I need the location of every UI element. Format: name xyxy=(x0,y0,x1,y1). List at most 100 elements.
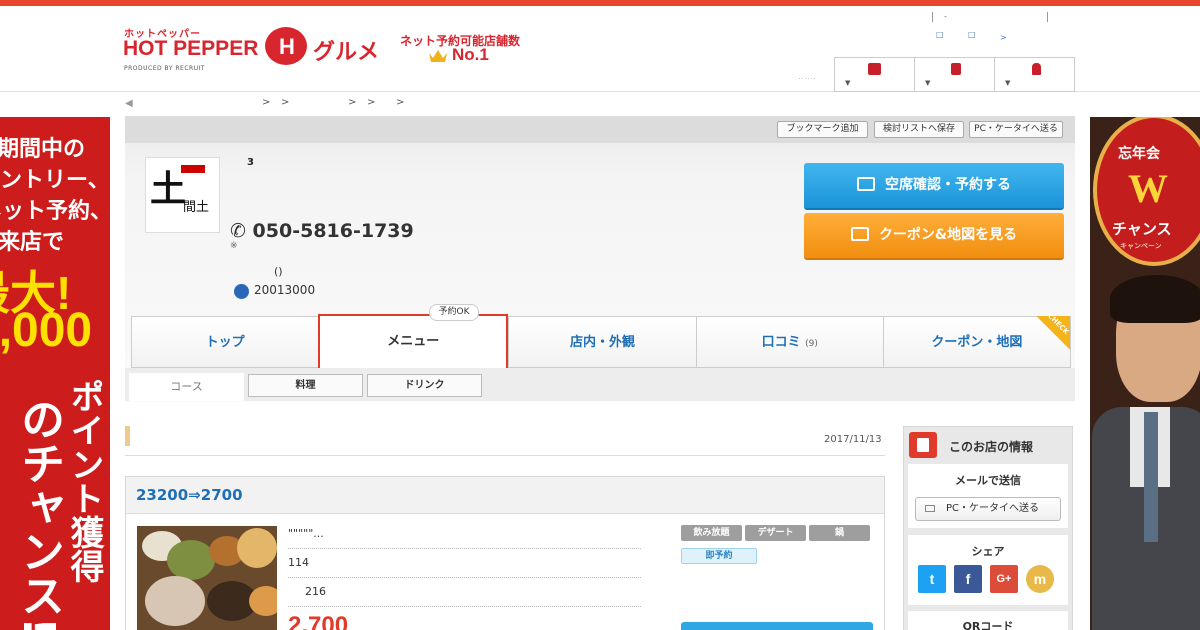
logo-h-letter: H xyxy=(279,34,295,59)
share-title: シェア xyxy=(971,545,1005,558)
tab-reviews[interactable]: 口コミ (9) xyxy=(695,316,883,368)
send-to-pc-phone-button[interactable]: PC・ケータイへ送る xyxy=(915,497,1061,521)
logo-gourmet[interactable]: グルメ xyxy=(313,34,379,66)
facebook-icon[interactable]: f xyxy=(954,565,982,593)
banner-text: エントリー、 xyxy=(0,168,110,193)
subtab-food[interactable]: 料理 xyxy=(248,374,363,397)
tab-label: クーポン・地図 xyxy=(931,335,1023,350)
tab-interior[interactable]: 店内・外観 xyxy=(508,316,696,368)
user-icon xyxy=(1032,63,1041,75)
shop-note: ※ xyxy=(230,241,238,251)
breadcrumb-separator: > xyxy=(367,97,376,108)
chevron-down-icon: ▼ xyxy=(845,79,851,87)
save-to-list-button[interactable]: 検討リストへ保存 xyxy=(874,121,964,138)
breadcrumb-separator: > xyxy=(281,97,290,108)
course-detail: 114 xyxy=(288,556,309,569)
tab-label: 口コミ xyxy=(761,335,801,350)
breadcrumb-separator: > xyxy=(262,97,271,108)
course-reserve-button[interactable] xyxy=(681,622,873,630)
shop-paren: () xyxy=(274,265,283,278)
course-title[interactable]: 23200⇒2700 xyxy=(136,486,243,504)
tag-dessert: デザート xyxy=(745,525,806,541)
header-menu-shop-icon[interactable]: ▼ xyxy=(835,58,915,91)
shop-phone: ✆ 050-5816-1739 xyxy=(230,220,414,242)
dotted-divider xyxy=(288,606,641,607)
banner-text: ネット予約、 xyxy=(0,199,110,224)
shop-phone-number: 050-5816-1739 xyxy=(252,220,414,242)
coupon-map-button[interactable]: クーポン&地図を見る xyxy=(804,213,1064,258)
header-user-link[interactable]: - xyxy=(944,12,947,21)
header-menu-bookmark-icon[interactable]: ▼ xyxy=(915,58,995,91)
tab-label: トップ xyxy=(205,335,245,350)
food-dish xyxy=(249,586,277,616)
coupon-label: クーポン&地図を見る xyxy=(878,227,1018,243)
bookmark-add-button[interactable]: ブックマーク追加 xyxy=(777,121,868,138)
send-to-phone-button[interactable]: PC・ケータイへ送る xyxy=(969,121,1063,138)
shop-logo-kanji: 土 xyxy=(150,169,187,210)
header-icon-menu: ▼ ▼ ▼ xyxy=(834,57,1075,92)
header-divider xyxy=(932,12,933,22)
banner-highlight: 3,000 xyxy=(0,304,93,357)
twitter-icon[interactable]: t xyxy=(918,565,946,593)
crown-icon xyxy=(429,50,447,62)
course-price: 2,700 xyxy=(288,612,349,630)
dotted-divider xyxy=(288,577,641,578)
bookmark-icon xyxy=(951,63,961,75)
header-dots: ‥‥‥ xyxy=(798,72,818,81)
update-date: 2017/11/13 xyxy=(824,434,882,445)
banner-text: 期間中の xyxy=(0,137,86,162)
mail-icon xyxy=(925,505,935,512)
banner-text: のチャンス!! xyxy=(13,397,64,630)
banner-person-hair xyxy=(1110,275,1200,323)
shop-logo-sub: 間土 xyxy=(183,200,210,215)
banner-title: 忘年会 xyxy=(1118,146,1160,162)
header-menu-user-icon[interactable]: ▼ xyxy=(995,58,1074,91)
qr-title: QRコード xyxy=(962,620,1014,630)
course-photo[interactable] xyxy=(137,526,277,630)
tab-menu[interactable]: メニュー xyxy=(318,314,509,368)
dotted-divider xyxy=(288,548,641,549)
header-mini-link[interactable]: □ xyxy=(968,30,976,39)
tab-top[interactable]: トップ xyxy=(131,316,319,368)
instant-reserve-tag: 即予約 xyxy=(681,548,757,564)
banner-campaign: キャンペーン xyxy=(1120,242,1162,250)
reserve-button[interactable]: 空席確認・予約する xyxy=(804,163,1064,208)
left-ad-banner[interactable]: 期間中の エントリー、 ネット予約、 ご来店で 最大! 3,000 ポイント獲得… xyxy=(0,117,110,630)
food-dish xyxy=(167,540,215,580)
coupon-icon xyxy=(850,227,869,241)
section-marker xyxy=(125,426,130,446)
banner-w: W xyxy=(1128,166,1168,211)
mail-title: メールで送信 xyxy=(955,474,1021,487)
mixi-icon[interactable]: m xyxy=(1026,565,1054,593)
breadcrumb-separator: > xyxy=(396,97,405,108)
banner-text: ご来店で xyxy=(0,230,65,255)
breadcrumb-separator: > xyxy=(348,97,357,108)
review-count: (9) xyxy=(805,339,818,349)
chevron-down-icon: ▼ xyxy=(925,79,931,87)
book-icon-page xyxy=(917,438,929,452)
tag-nabe: 鍋 xyxy=(809,525,870,541)
food-dish xyxy=(237,528,277,568)
tab-label: 店内・外観 xyxy=(570,335,636,350)
no1-badge: No.1 xyxy=(452,45,489,64)
logo-hot-pepper[interactable]: HOT PEPPER xyxy=(123,37,258,61)
header-mini-link[interactable]: □ xyxy=(936,30,944,39)
logo-produced-by: PRODUCED BY RECRUIT xyxy=(124,65,206,72)
back-arrow-icon[interactable]: ◀ xyxy=(125,98,133,109)
google-plus-icon[interactable]: G+ xyxy=(990,565,1018,593)
shop-name-number: 3 xyxy=(247,157,254,168)
subtab-drink[interactable]: ドリンク xyxy=(367,374,482,397)
course-description: """""... xyxy=(288,527,324,540)
divider xyxy=(125,455,885,456)
phone-icon: ✆ xyxy=(230,220,253,242)
subtab-course[interactable]: コース xyxy=(129,373,244,401)
reservation-ok-badge: 予約OK xyxy=(429,304,479,321)
banner-chance: チャンス xyxy=(1112,220,1172,238)
moon-icon xyxy=(234,284,249,299)
info-title: このお店の情報 xyxy=(949,440,1034,454)
right-ad-banner[interactable]: 忘年会 W チャンス キャンペーン xyxy=(1090,117,1200,630)
header-mini-link[interactable]: > xyxy=(1000,33,1007,42)
course-detail: 216 xyxy=(305,585,326,598)
food-dish xyxy=(145,576,205,626)
shop-tabs: トップ メニュー 店内・外観 口コミ (9) クーポン・地図 xyxy=(131,314,1072,368)
